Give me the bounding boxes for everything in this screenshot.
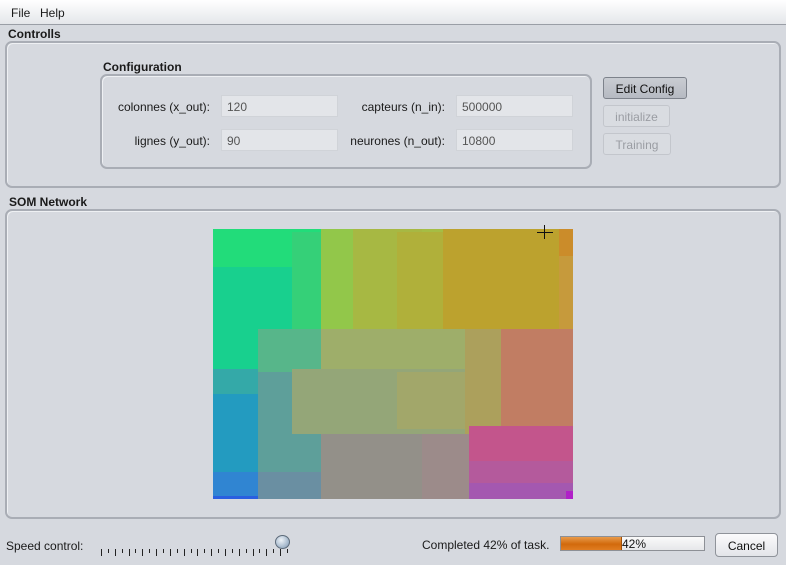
capteurs-label: capteurs (n_in): [361, 100, 445, 114]
neurones-label: neurones (n_out): [350, 134, 445, 148]
controls-section-title: Controlls [8, 27, 61, 41]
slider-tick [121, 549, 123, 553]
som-map[interactable] [213, 229, 573, 499]
som-patch [465, 328, 501, 435]
som-patch [565, 490, 573, 499]
slider-tick [259, 549, 261, 553]
training-button[interactable]: Training [603, 133, 671, 155]
som-patch [421, 434, 469, 499]
slider-tick [280, 549, 282, 556]
som-patch [321, 229, 357, 332]
menu-bar: File Help [0, 0, 786, 25]
slider-tick [149, 549, 151, 553]
slider-tick [238, 549, 240, 556]
slider-tick [107, 549, 109, 553]
som-patch [258, 472, 323, 499]
menu-file[interactable]: File [11, 6, 30, 20]
configuration-panel [100, 74, 592, 169]
slider-tick [287, 549, 288, 553]
slider-tick [211, 549, 213, 556]
som-patch [258, 328, 323, 373]
crosshair-cursor-icon-vertical [544, 225, 545, 239]
initialize-button[interactable]: initialize [603, 105, 670, 127]
configuration-title: Configuration [103, 60, 182, 74]
slider-tick [163, 549, 164, 553]
capteurs-field[interactable]: 500000 [456, 95, 573, 117]
som-patch [468, 426, 573, 462]
som-patch [501, 328, 573, 427]
cancel-button[interactable]: Cancel [715, 533, 778, 557]
lignes-label: lignes (y_out): [134, 134, 210, 148]
edit-config-button[interactable]: Edit Config [603, 77, 687, 99]
progress-label: 42% [622, 537, 647, 551]
som-patch [213, 369, 260, 394]
progress-bar: 42% [560, 536, 705, 551]
som-patch [213, 496, 260, 499]
progress-fill [561, 537, 623, 550]
slider-tick [266, 549, 268, 556]
som-patch [213, 393, 260, 475]
slider-tick [252, 549, 254, 556]
menu-help[interactable]: Help [40, 6, 65, 20]
slider-tick [183, 549, 185, 556]
colonnes-label: colonnes (x_out): [117, 100, 210, 114]
som-patch [468, 482, 573, 499]
slider-tick [190, 549, 192, 553]
speed-slider-ticks [100, 546, 290, 556]
slider-tick [176, 549, 178, 553]
neurones-field[interactable]: 10800 [456, 129, 573, 151]
lignes-field[interactable]: 90 [221, 129, 338, 151]
slider-tick [225, 549, 226, 556]
som-patch [443, 229, 573, 337]
slider-tick [218, 549, 220, 553]
som-section-title: SOM Network [9, 195, 88, 209]
som-patch [558, 229, 573, 256]
slider-tick [128, 549, 130, 556]
slider-tick [245, 549, 247, 553]
speed-control-label: Speed control: [6, 539, 84, 553]
som-patch [292, 231, 321, 335]
som-patch [321, 328, 473, 375]
slider-tick [273, 549, 275, 553]
slider-tick [231, 549, 233, 553]
slider-tick [169, 549, 171, 556]
slider-tick [101, 549, 102, 556]
crosshair-cursor-icon [537, 232, 553, 233]
som-patch [213, 472, 260, 499]
slider-tick [142, 549, 144, 556]
slider-tick [114, 549, 116, 556]
slider-tick [197, 549, 199, 556]
status-text: Completed 42% of task. [422, 538, 550, 552]
slider-tick [204, 549, 206, 553]
som-patch [558, 256, 573, 337]
slider-tick [156, 549, 158, 556]
colonnes-field[interactable]: 120 [221, 95, 338, 117]
slider-tick [135, 549, 137, 553]
